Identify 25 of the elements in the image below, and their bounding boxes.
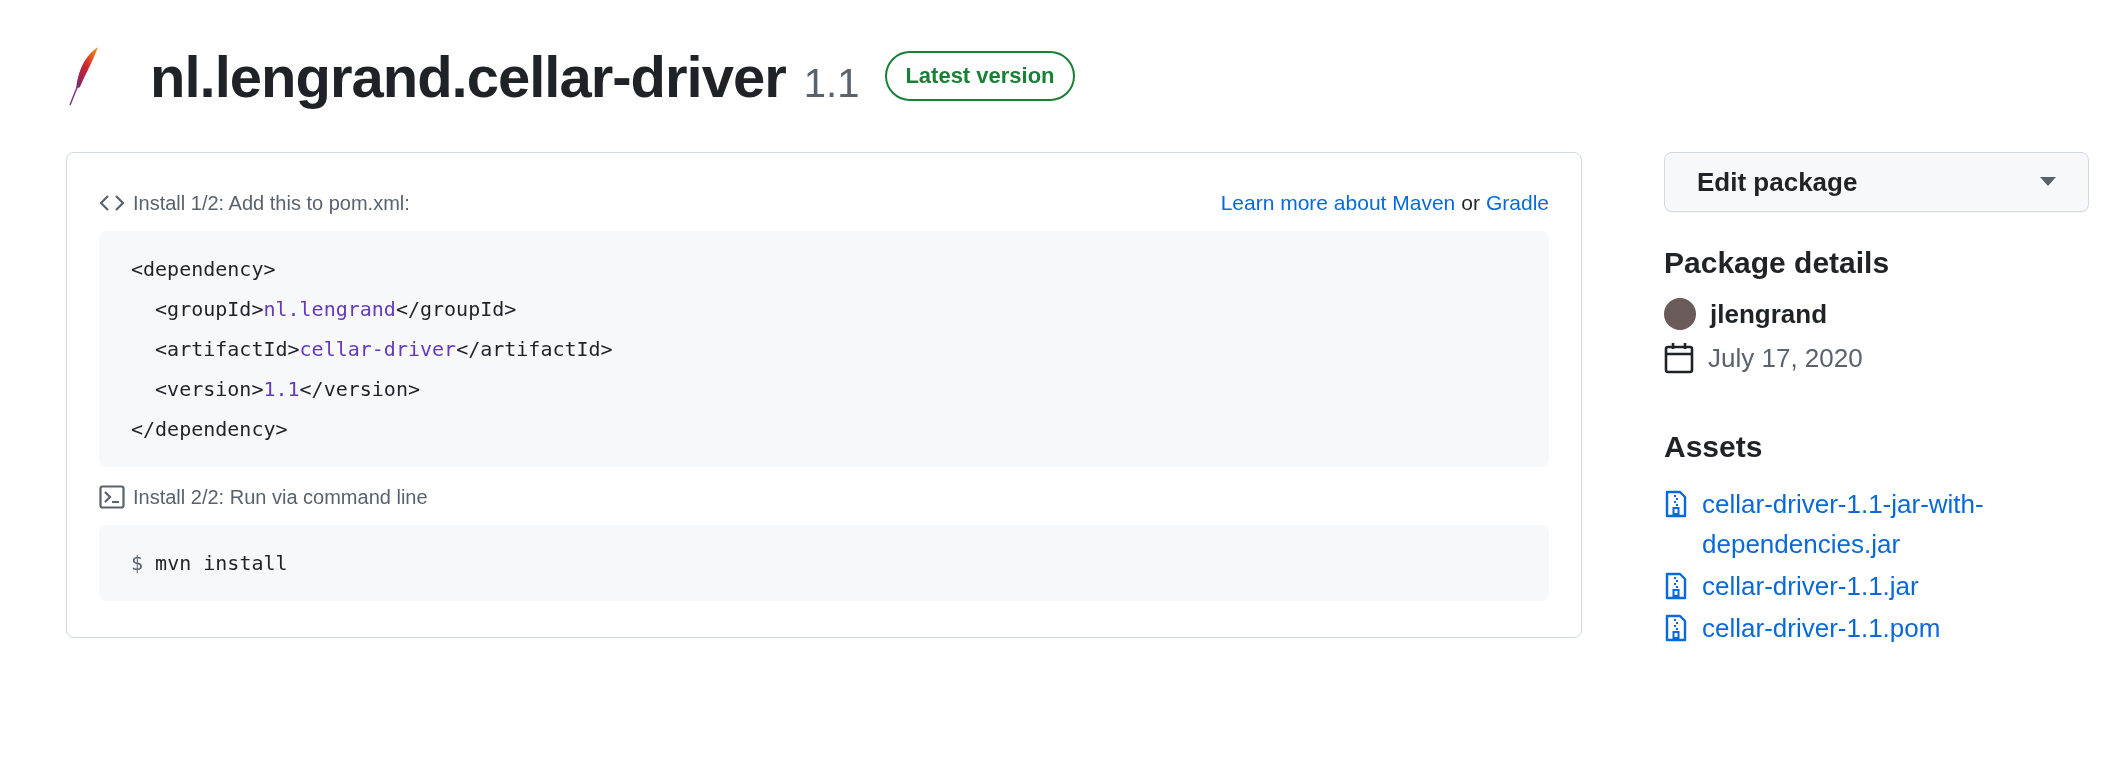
latest-version-badge: Latest version [885,51,1075,101]
install-step-label: Install 1/2: Add this to pom.xml: [133,191,410,215]
code-block: $ mvn install [99,525,1549,601]
help-text: or [1461,191,1480,215]
section-heading: Package details [1664,246,1891,280]
code-block: <dependency> <groupId>nl.lengrand</groupId> <artifactId>cellar-driver</artifactId> <version>1.1</version> </dependency> [99,231,1549,467]
file-zip-icon [1664,572,1688,600]
edit-package-dropdown[interactable]: Edit package [1664,152,2089,212]
asset-link[interactable]: cellar-driver-1.1.pom [1702,608,2042,648]
install-step-label: Install 2/2: Run via command line [133,485,428,509]
code-icon [99,194,125,212]
terminal-icon [99,485,125,509]
caret-icon [2040,177,2056,187]
section-heading: Assets [1664,430,1764,464]
avatar [1664,298,1696,330]
file-zip-icon [1664,490,1688,518]
asset-link[interactable]: cellar-driver-1.1.jar [1702,566,2042,606]
package-title: nl.lengrand.cellar-driver [150,42,786,110]
calendar-icon [1664,342,1694,374]
docs-link[interactable]: Learn more about Maven [1220,191,1456,215]
file-zip-icon [1664,614,1688,642]
publish-date: July 17, 2020 [1708,342,1863,374]
author-name: jlengrand [1710,298,1827,330]
docs-link[interactable]: Gradle [1485,191,1549,215]
version-number: 1.1 [803,60,860,106]
